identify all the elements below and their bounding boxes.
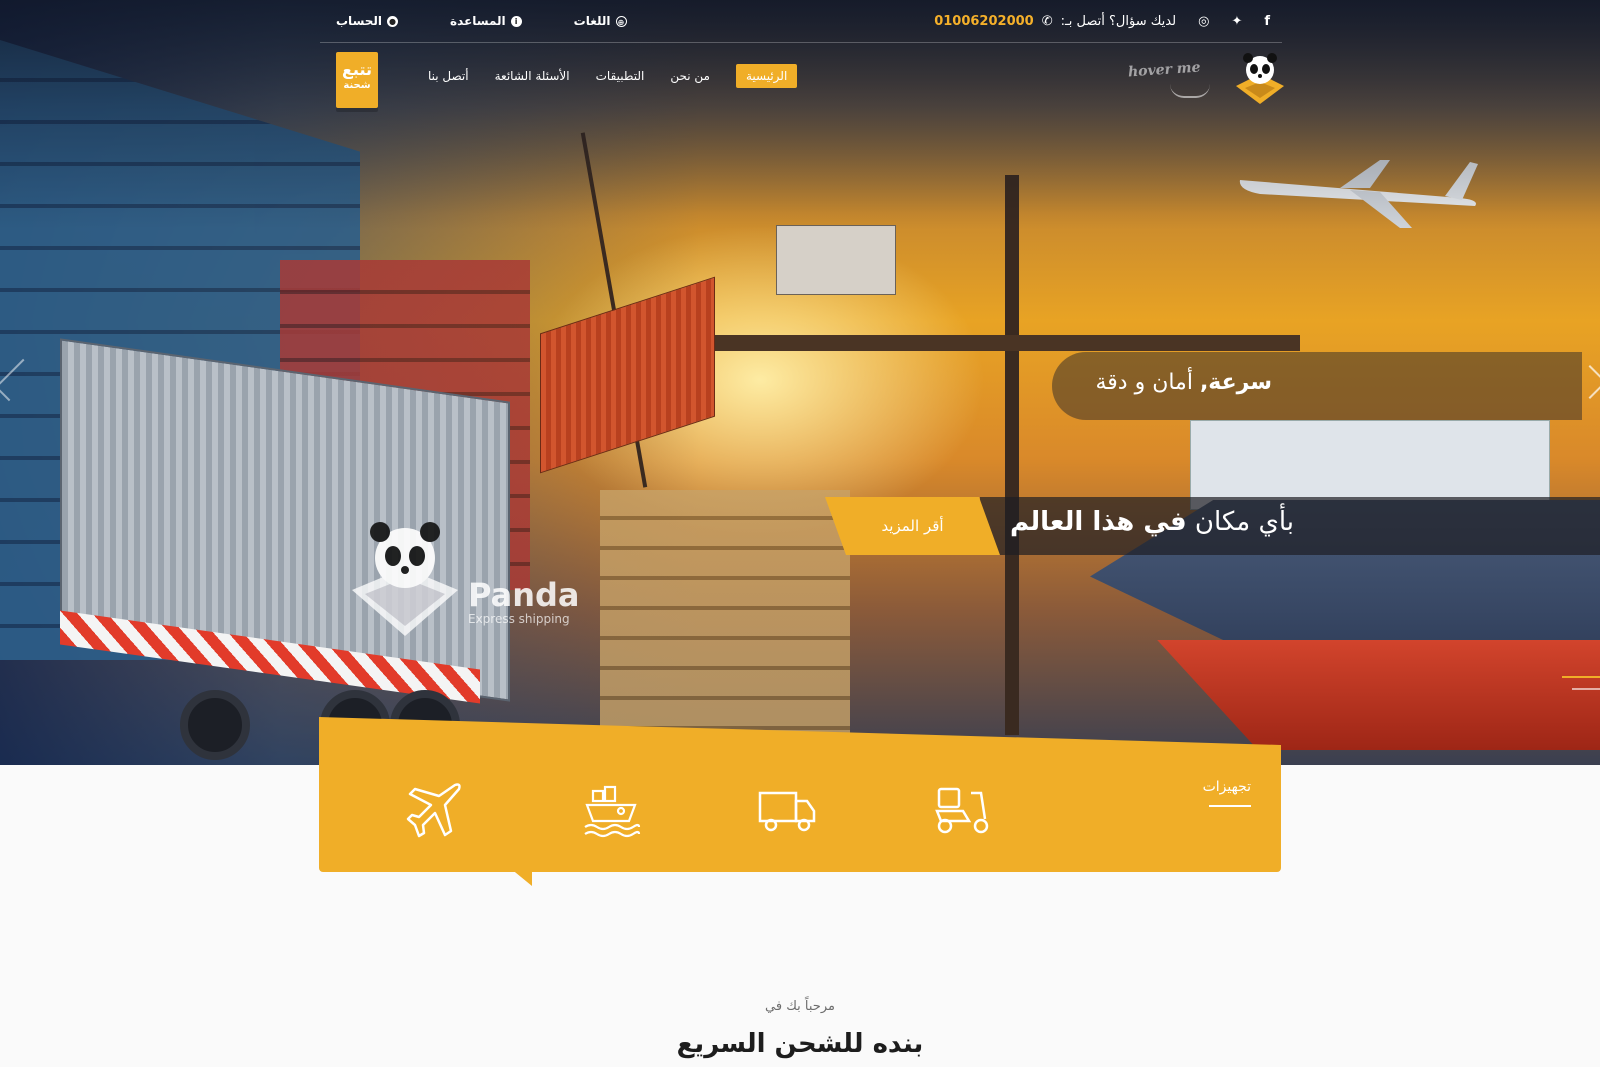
hero-caption-1: سرعة, أمان و دقة — [1052, 352, 1582, 420]
nav-item-faq[interactable]: الأسئلة الشائعة — [495, 69, 570, 83]
account-link[interactable]: الحساب ● — [336, 14, 399, 28]
facebook-icon[interactable]: f — [1264, 14, 1270, 29]
top-bar: الحساب ● المساعدة i اللغات ⊕ 01006202000… — [320, 0, 1282, 43]
panda-logo-icon[interactable] — [1235, 52, 1285, 106]
nav-item-home[interactable]: الرئيسية — [735, 64, 798, 88]
nav-item-apps[interactable]: التطبيقات — [596, 69, 645, 83]
user-icon: ● — [387, 15, 399, 27]
truck-icon[interactable] — [757, 779, 817, 841]
globe-icon: ⊕ — [615, 15, 627, 27]
instagram-icon[interactable]: ◎ — [1198, 14, 1209, 29]
track-label-line1: تتبع — [342, 60, 372, 79]
twitter-icon[interactable]: ✦ — [1231, 14, 1242, 29]
languages-label: اللغات — [573, 14, 611, 28]
panda-watermark-icon — [352, 522, 458, 636]
track-shipment-button[interactable]: تتبع شحنة — [336, 52, 378, 108]
nav-item-about[interactable]: من نحن — [670, 69, 710, 83]
top-bar-contact: 01006202000 ✆ لديك سؤال؟ أتصل بـ: ◎ ✦ f — [934, 14, 1282, 29]
hover-me-hint: hover me — [1127, 59, 1202, 81]
slide-indicator-active[interactable] — [1562, 676, 1600, 678]
panda-watermark-text: Panda — [468, 576, 580, 614]
nav-item-contact[interactable]: أتصل بنا — [428, 69, 469, 83]
caption1-bold: سرعة, — [1199, 370, 1272, 395]
plane-icon[interactable] — [405, 779, 465, 841]
caption2-pre: بأي مكان — [1186, 507, 1294, 537]
question-text: لديك سؤال؟ أتصل بـ: — [1060, 13, 1177, 29]
read-more-button[interactable]: أقر المزيد — [825, 497, 1000, 555]
scooter-icon[interactable] — [933, 779, 993, 841]
services-title: تجهيزات — [1202, 779, 1251, 795]
ship-icon[interactable] — [581, 779, 641, 841]
phone-icon: ✆ — [1041, 13, 1053, 29]
help-link[interactable]: المساعدة i — [450, 14, 522, 28]
caption2-bold: في هذا العالم — [1010, 507, 1187, 537]
slide-indicator[interactable] — [1572, 688, 1600, 690]
main-nav: تتبع شحنة أتصل بنا الأسئلة الشائعة التطب… — [320, 52, 1285, 112]
nav-menu: أتصل بنا الأسئلة الشائعة التطبيقات من نح… — [428, 64, 798, 88]
phone-number[interactable]: 01006202000 — [934, 14, 1034, 29]
help-label: المساعدة — [450, 14, 506, 28]
account-label: الحساب — [336, 14, 383, 28]
welcome-subtitle: مرحباً بك في — [765, 999, 835, 1014]
languages-link[interactable]: اللغات ⊕ — [574, 14, 627, 28]
hover-arrow-icon — [1170, 84, 1210, 98]
panda-watermark-subtext: Express shipping — [468, 612, 570, 626]
services-underline — [1209, 805, 1251, 807]
track-label-line2: شحنة — [343, 80, 371, 91]
welcome-title: بنده للشحن السريع — [676, 1029, 924, 1059]
top-bar-links: الحساب ● المساعدة i اللغات ⊕ — [320, 14, 663, 28]
info-icon: i — [510, 15, 522, 27]
caption1-rest: أمان و دقة — [1095, 370, 1200, 395]
hero-caption-2: بأي مكان في هذا العالم — [980, 497, 1600, 555]
